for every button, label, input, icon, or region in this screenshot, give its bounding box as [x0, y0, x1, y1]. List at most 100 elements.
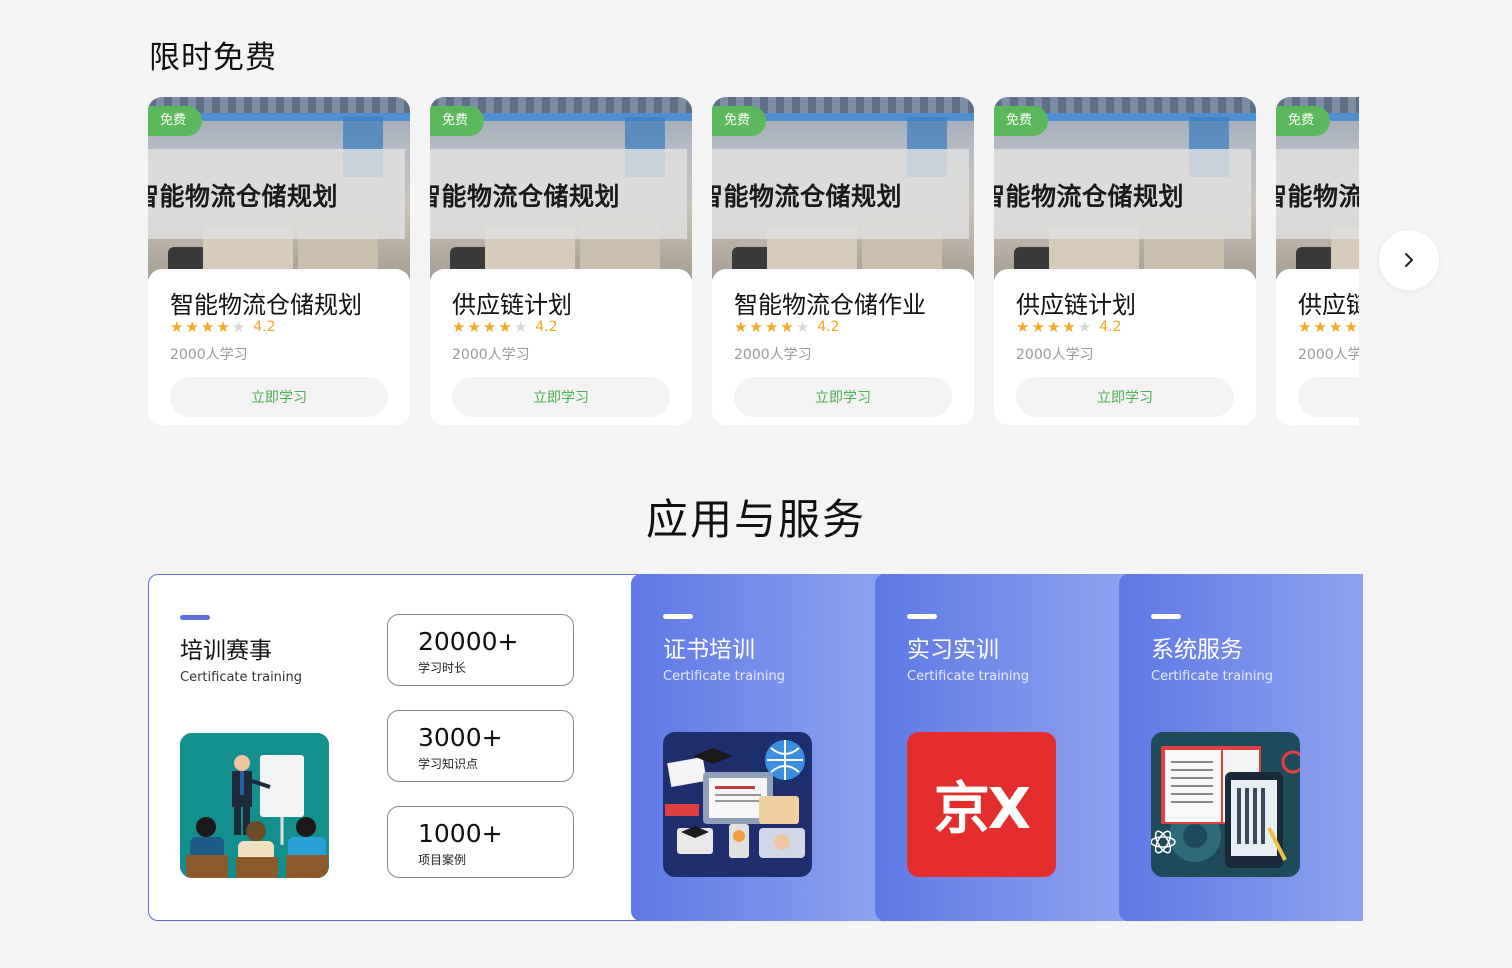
service-name: 培训赛事	[180, 638, 272, 664]
book-tablet-illustration	[1151, 732, 1300, 877]
rating-value: 4.2	[253, 319, 276, 335]
rating-value: 4.2	[1099, 319, 1122, 335]
course-carousel: 智能物流仓储规划 免费 智能物流仓储规划 ★ ★ ★ ★ ★ 4.2 2000人学习 立即学习 智能物…	[148, 97, 1359, 427]
thumbnail-banner-text: 智能物流仓储规划	[430, 182, 621, 211]
rating-value: 4.2	[817, 319, 840, 335]
presentation-training-illustration	[180, 733, 329, 878]
course-thumbnail: 智能物流仓储规划免费	[148, 97, 410, 279]
star-icon: ★	[452, 318, 466, 336]
rating-stars: ★★★★★4.2	[1016, 319, 1122, 335]
section-title-services: 应用与服务	[645, 495, 866, 544]
course-card[interactable]: 智能物流仓储规划免费供应链计划★★★★★4.22000人学习立即学习	[430, 97, 692, 425]
star-icon: ★	[482, 318, 497, 336]
star-icon: ★	[734, 318, 748, 336]
course-card-body: 智能物流仓储作业 ★ ★ ★ ★ ★ 4.2 2000人学习 立即学习	[712, 269, 974, 425]
course-thumbnail: 智能物流仓储规划免费	[994, 97, 1256, 279]
course-thumbnail: 智能物流仓储规划免费	[1276, 97, 1359, 279]
course-card-body: 供应链计划★★★★★4.22000人学习立即学习	[430, 269, 692, 425]
section-title-free: 限时免费	[149, 40, 277, 76]
free-badge: 免费	[1276, 106, 1330, 136]
star-icon: ★	[1298, 318, 1312, 336]
star-icon: ★	[1344, 318, 1358, 336]
start-learning-button[interactable]: 立即学习	[734, 377, 952, 417]
accent-bar	[1151, 614, 1181, 619]
accent-bar	[180, 615, 210, 620]
service-card-internship[interactable]: 实习实训 Certificate training 京X	[875, 574, 1125, 921]
service-subtitle: Certificate training	[907, 669, 1030, 684]
star-icon: ★	[231, 318, 246, 336]
course-card[interactable]: 智能物流仓储规划免费供应链计划★★★★★4.22000人学习立即学习	[994, 97, 1256, 425]
carousel-next-button[interactable]	[1378, 229, 1440, 291]
course-card[interactable]: 智能物流仓储规划免费供应链计划★★★★★4.2 2000人学习立即学习	[1276, 97, 1359, 425]
course-title: 供应链计划	[1298, 291, 1359, 319]
service-subtitle: Certificate training	[663, 669, 786, 684]
star-icon: ★	[216, 318, 230, 336]
star-icon: ★	[467, 318, 481, 336]
star-icon: ★	[1077, 318, 1092, 336]
star-icon: ★	[1062, 318, 1076, 336]
star-icon: ★	[749, 318, 763, 336]
stat-box-knowledge: 3000+ 学习知识点	[387, 710, 574, 782]
rating-value: 4.2	[535, 319, 558, 335]
stat-label: 学习时长	[418, 661, 467, 675]
free-badge: 免费	[994, 106, 1048, 136]
star-icon: ★	[513, 318, 528, 336]
rating-stars: ★★★★★4.2	[170, 319, 276, 335]
stat-box-cases: 1000+ 项目案例	[387, 806, 574, 878]
star-icon: ★	[185, 318, 199, 336]
course-title: 智能物流仓储规划	[170, 291, 362, 319]
stat-value: 1000+	[418, 819, 503, 848]
course-title: 供应链计划	[1016, 291, 1136, 319]
star-icon: ★	[498, 318, 512, 336]
thumbnail-banner-text: 智能物流仓储规划	[1276, 182, 1359, 211]
star-icon: ★	[764, 318, 779, 336]
star-icon: ★	[795, 318, 810, 336]
start-learning-button[interactable]: 立即学习	[1016, 377, 1234, 417]
course-title: 智能物流仓储作业	[734, 291, 926, 319]
star-icon: ★	[780, 318, 794, 336]
rating-stars: ★★★★★4.2	[452, 319, 558, 335]
star-icon: ★	[1328, 318, 1343, 336]
star-icon: ★	[1313, 318, 1327, 336]
jingx-logo-text: 京X	[933, 777, 1031, 842]
start-learning-button[interactable]: 立即学习	[1298, 377, 1359, 417]
learner-count: 2000人学习	[170, 347, 248, 363]
stat-box-hours: 20000+ 学习时长	[387, 614, 574, 686]
thumbnail-banner-text: 智能物流仓储规划	[994, 182, 1185, 211]
course-card-body: 供应链计划★★★★★4.22000人学习立即学习	[994, 269, 1256, 425]
learner-count: 2000人学习	[452, 347, 530, 363]
certificate-devices-illustration	[663, 732, 812, 877]
service-name: 证书培训	[663, 637, 755, 663]
course-card[interactable]: 智能物流仓储规划 免费 智能物流仓储作业 ★ ★ ★ ★ ★ 4.2 2000人学习 立即学习	[712, 97, 974, 425]
learner-count: 2000人学习	[734, 347, 812, 363]
jingx-logo: 京X	[907, 732, 1056, 877]
stat-value: 20000+	[418, 627, 519, 656]
star-icon: ★	[170, 318, 184, 336]
free-badge: 免费	[712, 106, 766, 136]
service-card-certificate[interactable]: 证书培训 Certificate training	[631, 574, 881, 921]
chevron-right-icon	[1405, 253, 1413, 267]
free-badge: 免费	[148, 106, 202, 136]
service-card-system[interactable]: 系统服务 Certificate training	[1119, 574, 1363, 921]
rating-stars: ★★★★★4.2	[1298, 319, 1359, 335]
stat-label: 项目案例	[418, 853, 467, 867]
start-learning-button[interactable]: 立即学习	[452, 377, 670, 417]
start-learning-button[interactable]: 立即学习	[170, 377, 388, 417]
service-subtitle: Certificate training	[1151, 669, 1274, 684]
course-card[interactable]: 智能物流仓储规划 免费 智能物流仓储规划 ★ ★ ★ ★ ★ 4.2 2000人学习 立即学习	[148, 97, 410, 425]
services-panel: 培训赛事 Certificate training 20000+ 学习时长 30…	[148, 574, 1363, 921]
learner-count: 2000人学习	[1298, 347, 1359, 363]
service-name: 实习实训	[907, 637, 999, 663]
stat-label: 学习知识点	[418, 757, 479, 771]
service-subtitle: Certificate training	[180, 670, 303, 685]
course-card-body: 智能物流仓储规划 ★ ★ ★ ★ ★ 4.2 2000人学习 立即学习	[148, 269, 410, 425]
star-icon: ★	[1031, 318, 1045, 336]
course-thumbnail: 智能物流仓储规划免费	[712, 97, 974, 279]
thumbnail-banner-text: 智能物流仓储规划	[148, 182, 339, 211]
accent-bar	[663, 614, 693, 619]
course-thumbnail: 智能物流仓储规划免费	[430, 97, 692, 279]
accent-bar	[907, 614, 937, 619]
service-name: 系统服务	[1151, 637, 1243, 663]
star-icon: ★	[1016, 318, 1030, 336]
stat-value: 3000+	[418, 723, 503, 752]
